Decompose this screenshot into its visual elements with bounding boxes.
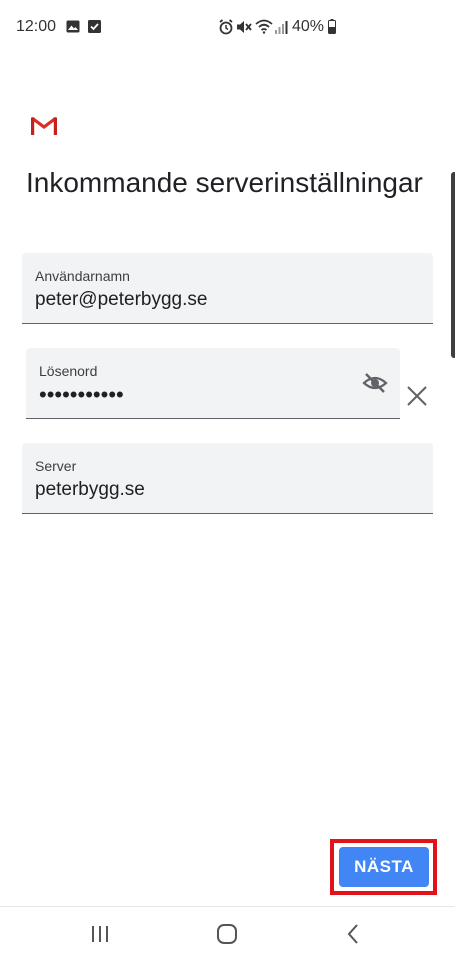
image-icon [66,20,80,33]
password-label: Lösenord [39,363,98,379]
home-icon[interactable] [214,921,240,947]
gmail-logo [30,116,57,135]
signal-icon [275,21,288,34]
battery-percent: 40% [292,18,325,35]
alarm-icon [219,19,233,35]
next-button[interactable]: NÄSTA [339,847,429,887]
password-field[interactable]: Lösenord ••••••••••• [26,348,400,419]
visibility-off-icon[interactable] [362,372,388,394]
navigation-bar [0,906,455,960]
recent-apps-icon[interactable] [87,921,113,947]
wifi-icon [255,19,273,34]
username-label: Användarnamn [35,268,130,284]
password-value[interactable]: ••••••••••• [39,382,124,408]
check-square-icon [88,20,101,33]
mute-icon [237,21,252,33]
scroll-edge-indicator [451,172,455,358]
server-field[interactable]: Server peterbygg.se [22,443,433,514]
status-bar: 12:00 40% [0,0,455,56]
server-value[interactable]: peterbygg.se [35,479,145,501]
username-value[interactable]: peter@peterbygg.se [35,289,207,311]
username-field[interactable]: Användarnamn peter@peterbygg.se [22,253,433,324]
battery-icon [328,19,336,34]
status-time: 12:00 [16,18,57,35]
page-title: Inkommande serverinställningar [26,167,423,198]
back-icon[interactable] [341,921,367,947]
server-label: Server [35,458,77,474]
close-icon[interactable] [406,385,428,407]
